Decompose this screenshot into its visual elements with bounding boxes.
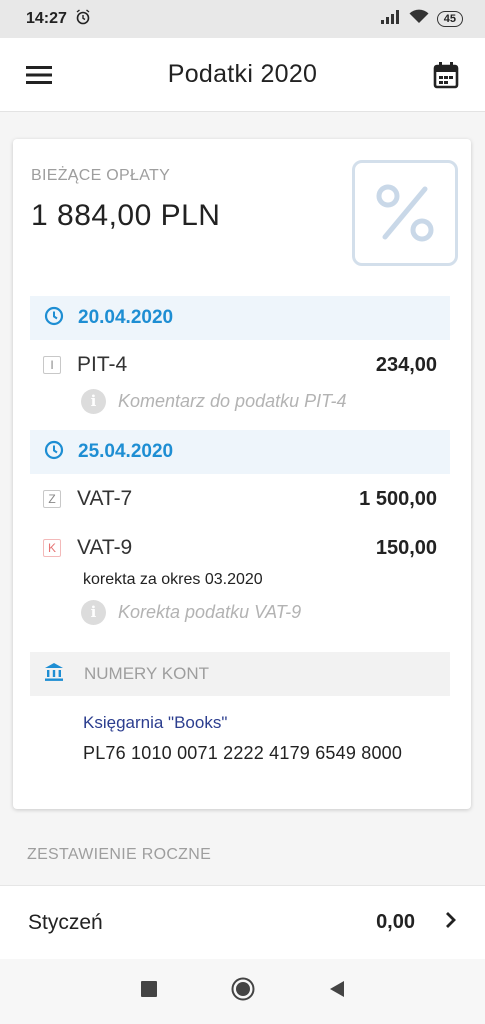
tax-value: 1 500,00 <box>359 487 437 510</box>
accounts-label: NUMERY KONT <box>84 664 210 683</box>
tax-value: 150,00 <box>375 536 437 559</box>
accounts-header: NUMERY KONT <box>30 652 450 696</box>
calendar-icon[interactable] <box>431 60 461 90</box>
system-nav-bar <box>0 959 485 1024</box>
percent-icon <box>352 160 458 266</box>
tax-type-badge: I <box>43 356 61 374</box>
home-button[interactable] <box>231 977 255 1006</box>
bank-icon <box>44 662 64 687</box>
clock-icon <box>44 306 64 331</box>
current-fees-card: BIEŻĄCE OPŁATY 1 884,00 PLN 20.04.2020 I… <box>13 139 471 809</box>
back-button[interactable] <box>329 980 345 1003</box>
status-bar: 14:27 45 <box>0 0 485 38</box>
month-name: Styczeń <box>28 910 103 934</box>
info-icon: i <box>81 599 106 625</box>
annual-summary-label: ZESTAWIENIE ROCZNE <box>27 846 212 863</box>
date-header: 25.04.2020 <box>30 430 450 474</box>
wifi-icon <box>409 9 429 29</box>
tax-value: 234,00 <box>375 353 437 376</box>
tax-name: PIT-4 <box>77 353 128 376</box>
comment-text: Komentarz do podatku PIT-4 <box>118 390 347 411</box>
current-fees-amount: 1 884,00 PLN <box>31 199 221 232</box>
hamburger-menu-icon[interactable] <box>24 60 54 90</box>
tax-row[interactable]: K VAT-9 150,00 <box>43 532 437 564</box>
month-row[interactable]: Styczeń 0,00 <box>0 885 485 959</box>
status-time: 14:27 <box>26 10 67 27</box>
tax-comment: i Komentarz do podatku PIT-4 <box>81 387 346 415</box>
month-value: 0,00 <box>376 911 415 933</box>
tax-note: korekta za okres 03.2020 <box>83 571 263 588</box>
signal-icon <box>380 9 401 29</box>
app-bar: Podatki 2020 <box>0 38 485 112</box>
due-date: 25.04.2020 <box>78 441 174 462</box>
battery-indicator: 45 <box>436 11 463 27</box>
date-header: 20.04.2020 <box>30 296 450 340</box>
clock-icon <box>44 440 64 465</box>
tax-name: VAT-9 <box>77 536 133 559</box>
account-number: PL76 1010 0071 2222 4179 6549 8000 <box>83 743 403 763</box>
alarm-icon <box>75 8 91 30</box>
info-icon: i <box>81 388 106 414</box>
tax-row[interactable]: Z VAT-7 1 500,00 <box>43 483 437 515</box>
comment-text: Korekta podatku VAT-9 <box>118 601 302 622</box>
recents-button[interactable] <box>140 981 157 1002</box>
tax-name: VAT-7 <box>77 487 133 510</box>
tax-type-badge: Z <box>43 490 61 508</box>
tax-row[interactable]: I PIT-4 234,00 <box>43 349 437 381</box>
tax-type-badge: K <box>43 539 61 557</box>
chevron-right-icon <box>445 911 457 934</box>
due-date: 20.04.2020 <box>78 307 174 328</box>
tax-comment: i Korekta podatku VAT-9 <box>81 598 301 626</box>
account-name: Księgarnia "Books" <box>83 713 228 732</box>
current-fees-label: BIEŻĄCE OPŁATY <box>31 167 171 184</box>
page-title: Podatki 2020 <box>167 60 318 88</box>
